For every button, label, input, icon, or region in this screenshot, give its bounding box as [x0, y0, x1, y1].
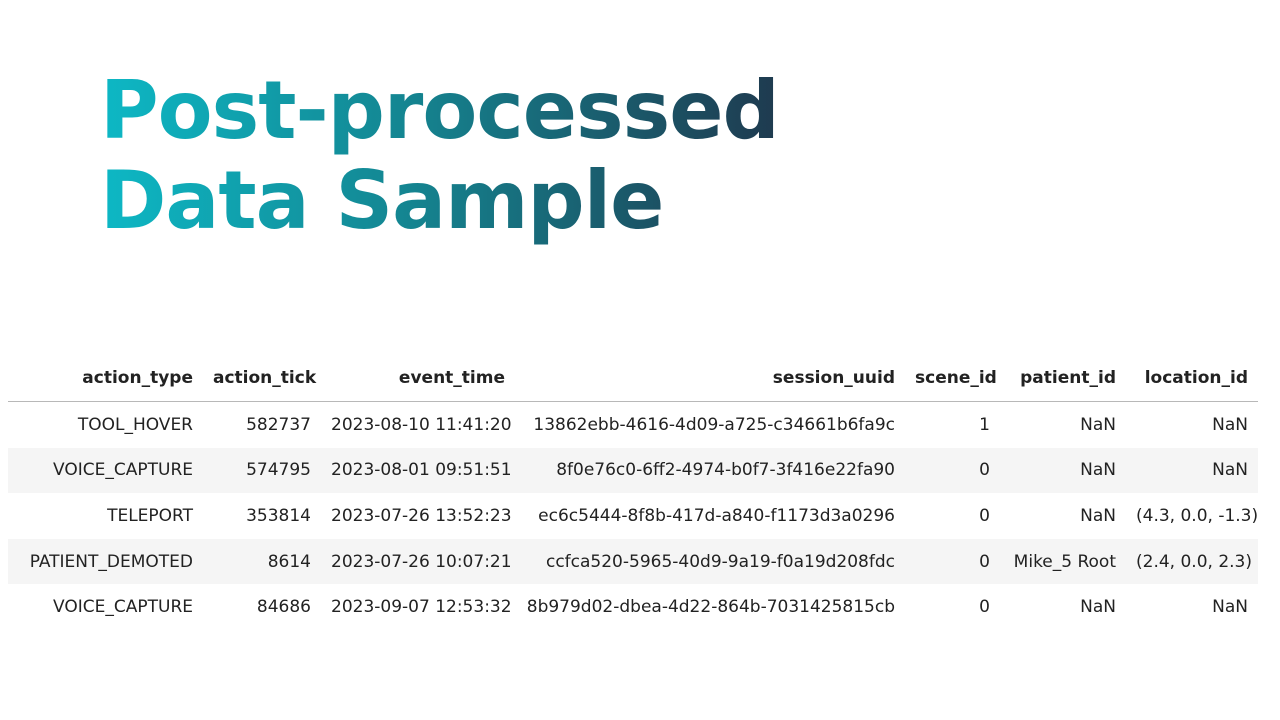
table-row: VOICE_CAPTURE 84686 2023-09-07 12:53:32 … — [8, 584, 1258, 630]
cell-action-type: TELEPORT — [107, 505, 193, 526]
cell-action-tick: 574795 — [203, 447, 321, 494]
cell-action-tick: 8614 — [203, 538, 321, 585]
table-row: PATIENT_DEMOTED 8614 2023-07-26 10:07:21… — [8, 538, 1258, 585]
cell-event-time: 2023-07-26 13:52:23 — [331, 505, 512, 526]
cell-action-type: PATIENT_DEMOTED — [8, 538, 203, 585]
cell-location-id: (4.3, 0.0, -1.3) — [1136, 505, 1258, 526]
column-header-action-type: action_type — [8, 355, 203, 402]
cell-event-time: 2023-08-01 09:51:51 — [321, 447, 515, 494]
cell-action-type: VOICE_CAPTURE — [53, 597, 193, 618]
column-header-scene-id: scene_id — [905, 355, 1000, 402]
cell-action-tick: 84686 — [256, 597, 311, 618]
cell-patient-id: NaN — [1080, 597, 1116, 618]
column-header-event-time: event_time — [321, 355, 515, 402]
table-row: VOICE_CAPTURE 574795 2023-08-01 09:51:51… — [8, 447, 1258, 494]
cell-action-tick: 353814 — [246, 505, 311, 526]
cell-action-type: TOOL_HOVER — [77, 414, 193, 435]
cell-scene-id: 0 — [905, 447, 1000, 494]
cell-action-tick: 582737 — [246, 414, 311, 435]
cell-session-uuid: ccfca520-5965-40d9-9a19-f0a19d208fdc — [515, 538, 905, 585]
title-line-1: Post-processed — [100, 64, 779, 157]
cell-scene-id: 1 — [979, 414, 990, 435]
cell-scene-id: 0 — [979, 597, 990, 618]
table-row: TELEPORT 353814 2023-07-26 13:52:23 ec6c… — [8, 493, 1258, 539]
cell-location-id: NaN — [1126, 447, 1258, 494]
cell-session-uuid: 13862ebb-4616-4d09-a725-c34661b6fa9c — [533, 414, 895, 435]
data-table-container: action_type action_tick event_time sessi… — [8, 355, 1258, 630]
column-header-location-id: location_id — [1126, 355, 1258, 402]
cell-session-uuid: 8b979d02-dbea-4d22-864b-7031425815cb — [526, 597, 895, 618]
cell-scene-id: 0 — [905, 538, 1000, 585]
title-line-2: Data Sample — [100, 154, 664, 247]
cell-event-time: 2023-08-10 11:41:20 — [331, 414, 512, 435]
cell-event-time: 2023-09-07 12:53:32 — [331, 597, 512, 618]
page-title: Post-processed Data Sample — [100, 66, 779, 246]
cell-location-id: (2.4, 0.0, 2.3) — [1126, 538, 1258, 585]
column-header-action-tick: action_tick — [203, 355, 321, 402]
cell-patient-id: NaN — [1080, 505, 1116, 526]
cell-session-uuid: ec6c5444-8f8b-417d-a840-f1173d3a0296 — [538, 505, 895, 526]
cell-action-type: VOICE_CAPTURE — [8, 447, 203, 494]
cell-event-time: 2023-07-26 10:07:21 — [321, 538, 515, 585]
column-header-session-uuid: session_uuid — [515, 355, 905, 402]
cell-location-id: NaN — [1212, 597, 1248, 618]
data-table: action_type action_tick event_time sessi… — [8, 355, 1258, 630]
cell-patient-id: NaN — [1000, 447, 1126, 494]
table-header-row: action_type action_tick event_time sessi… — [8, 355, 1258, 402]
cell-patient-id: NaN — [1080, 414, 1116, 435]
table-row: TOOL_HOVER 582737 2023-08-10 11:41:20 13… — [8, 402, 1258, 448]
cell-session-uuid: 8f0e76c0-6ff2-4974-b0f7-3f416e22fa90 — [515, 447, 905, 494]
cell-scene-id: 0 — [979, 505, 990, 526]
column-header-patient-id: patient_id — [1000, 355, 1126, 402]
cell-patient-id: Mike_5 Root — [1000, 538, 1126, 585]
cell-location-id: NaN — [1212, 414, 1248, 435]
